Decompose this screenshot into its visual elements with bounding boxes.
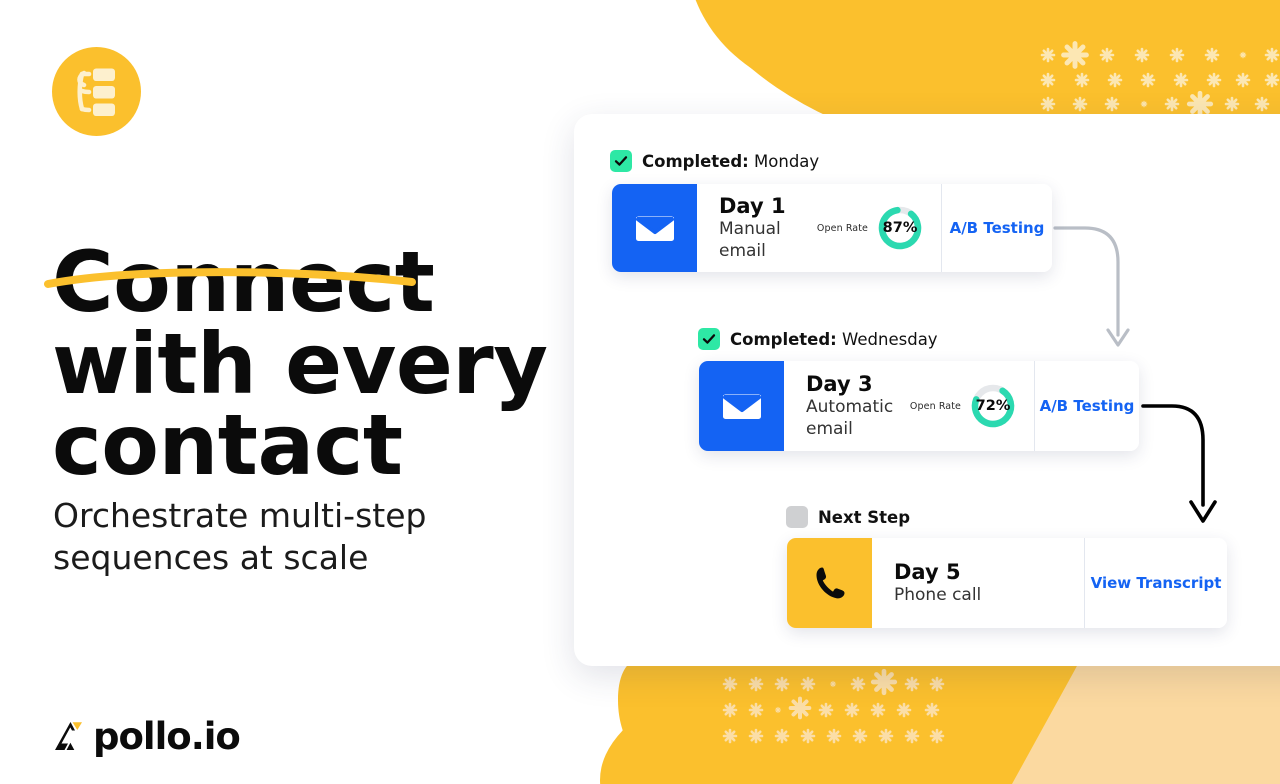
phone-icon: [816, 567, 844, 599]
card-icon-tile-1: [612, 184, 697, 272]
step-status-2: Completed: Wednesday: [698, 328, 938, 350]
card-type-3: Phone call: [894, 584, 982, 605]
step-status-1: Completed: Monday: [610, 150, 819, 172]
card-icon-tile-2: [699, 361, 784, 451]
card-type-1: Manual email: [719, 219, 781, 261]
card-day-2: Day 3: [806, 372, 873, 397]
open-rate-1: Open Rate 87%: [817, 205, 923, 251]
headline-line-2: with every: [52, 314, 548, 413]
card-type-2: Automatic email: [806, 397, 894, 439]
open-rate-2: Open Rate 72%: [910, 383, 1016, 429]
envelope-icon: [721, 394, 762, 419]
step-status-3: Next Step: [786, 506, 910, 528]
card-icon-tile-3: [787, 538, 872, 628]
hero-text-column: Connect with every contact Orchestrate m…: [0, 0, 560, 784]
step-status-text-2: Completed: Wednesday: [730, 330, 938, 349]
card-action-2[interactable]: A/B Testing: [1034, 361, 1139, 451]
step-status-text-1: Completed: Monday: [642, 152, 819, 171]
card-day-3: Day 5: [894, 559, 961, 584]
headline-line-1: Connect: [52, 233, 435, 332]
step-status-value-1: Monday: [754, 151, 820, 171]
step-status-prefix-2: Completed:: [730, 329, 837, 349]
card-body-2: Day 3 Automatic email Open Rate 72%: [784, 361, 1034, 451]
card-body-3: Day 5 Phone call: [872, 538, 1084, 628]
open-rate-value-2: 72%: [975, 398, 1011, 414]
open-rate-donut-2: 72%: [970, 383, 1016, 429]
open-rate-value-1: 87%: [882, 220, 918, 236]
sequence-badge: [52, 47, 141, 136]
poster-stage: Connect with every contact Orchestrate m…: [0, 0, 1280, 784]
page-title: Connect with every contact: [52, 233, 552, 495]
card-action-label-1: A/B Testing: [949, 219, 1045, 237]
sequence-branch-icon: [77, 68, 115, 116]
subtitle-line-1: Orchestrate multi-step: [53, 496, 427, 535]
check-icon: [614, 156, 628, 166]
envelope-icon: [634, 216, 675, 241]
open-rate-label-2: Open Rate: [909, 400, 961, 412]
checkbox-completed-1[interactable]: [610, 150, 632, 172]
card-titles-1: Day 1 Manual email: [719, 194, 817, 262]
card-titles-2: Day 3 Automatic email: [806, 372, 910, 440]
step-status-text-3: Next Step: [818, 508, 910, 527]
card-action-1[interactable]: A/B Testing: [941, 184, 1052, 272]
card-titles-3: Day 5 Phone call: [894, 560, 981, 606]
hero-subtitle: Orchestrate multi-step sequences at scal…: [53, 495, 523, 579]
sequence-card-1[interactable]: Day 1 Manual email Open Rate 87% A/B Tes…: [612, 184, 1052, 272]
step-status-prefix-1: Completed:: [642, 151, 749, 171]
subtitle-line-2: sequences at scale: [53, 538, 369, 578]
card-action-label-3: View Transcript: [1090, 574, 1222, 592]
apollo-logo-text: pollo.io: [93, 714, 241, 758]
check-icon: [702, 334, 716, 344]
sequence-card-3[interactable]: Day 5 Phone call View Transcript: [787, 538, 1227, 628]
card-body-1: Day 1 Manual email Open Rate 87%: [697, 184, 941, 272]
apollo-a-chevron-icon: [55, 722, 82, 750]
card-action-label-2: A/B Testing: [1039, 397, 1135, 415]
card-day-1: Day 1: [719, 194, 786, 219]
step-status-value-2: Wednesday: [842, 329, 938, 349]
checkbox-completed-2[interactable]: [698, 328, 720, 350]
sequence-card-2[interactable]: Day 3 Automatic email Open Rate 72% A/B …: [699, 361, 1139, 451]
open-rate-label-1: Open Rate: [816, 222, 868, 234]
open-rate-donut-1: 87%: [877, 205, 923, 251]
step-status-prefix-3: Next Step: [818, 507, 911, 527]
headline-line-3: contact: [52, 396, 403, 495]
apollo-logo: pollo.io: [52, 714, 241, 758]
card-action-3[interactable]: View Transcript: [1084, 538, 1227, 628]
checkbox-next-step[interactable]: [786, 506, 808, 528]
